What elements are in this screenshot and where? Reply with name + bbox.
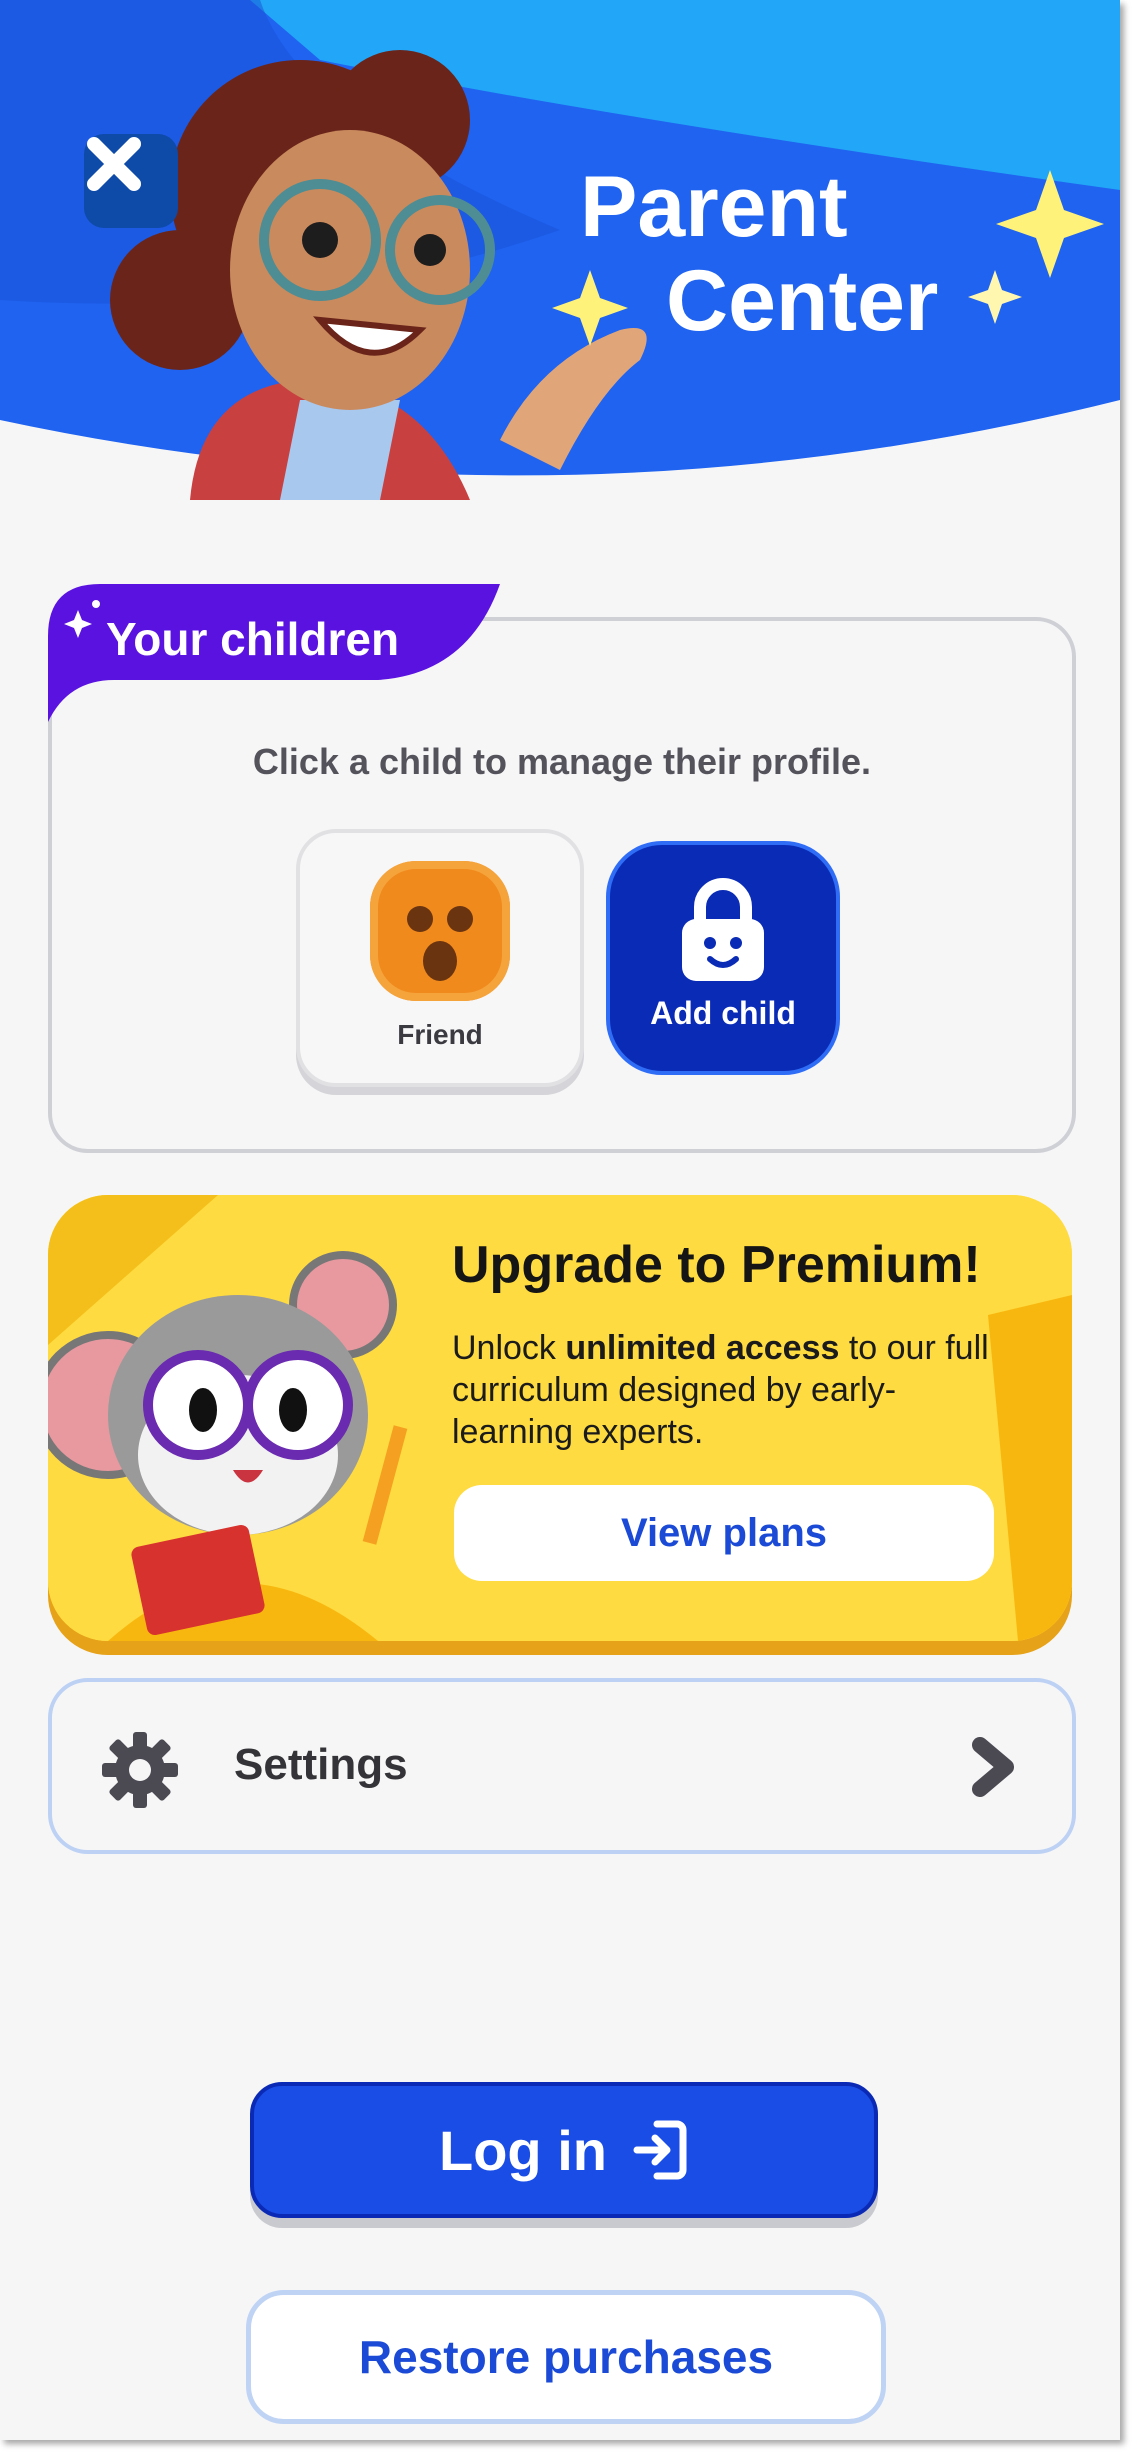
face-icon [407, 906, 473, 981]
children-section-tab: Your children [48, 584, 500, 722]
lock-icon [682, 878, 764, 981]
close-icon [87, 137, 141, 191]
premium-banner: Upgrade to Premium! Unlock unlimited acc… [48, 1195, 1072, 1641]
premium-body-bold: unlimited access [565, 1329, 840, 1367]
login-label: Log in [439, 2118, 607, 2182]
title-line-parent: Parent [580, 159, 848, 255]
close-button[interactable] [84, 134, 178, 228]
restore-purchases-label: Restore purchases [358, 2331, 774, 2383]
premium-title: Upgrade to Premium! [452, 1236, 981, 1294]
children-hint: Click a child to manage their profile. [252, 741, 872, 782]
premium-body-prefix: Unlock [452, 1329, 566, 1367]
add-child-button[interactable]: Add child [606, 841, 840, 1075]
view-plans-button[interactable]: View plans [454, 1485, 994, 1581]
child-profile-friend[interactable]: Friend [296, 829, 584, 1087]
login-button[interactable]: Log in [250, 2082, 878, 2218]
chevron-right-icon [972, 1737, 1014, 1797]
child-name: Friend [397, 1019, 483, 1050]
header-banner: Parent Center [0, 0, 1120, 500]
parent-center-screen: Parent Center Click a child to manage th… [0, 0, 1120, 2440]
header-background [0, 0, 1120, 500]
settings-row[interactable]: Settings [48, 1678, 1076, 1854]
children-section-title: Your children [106, 613, 400, 665]
page-title: Parent Center [580, 160, 938, 348]
settings-label: Settings [234, 1740, 408, 1789]
add-child-label: Add child [650, 995, 796, 1031]
login-icon [633, 2120, 687, 2180]
child-avatar [370, 861, 510, 1001]
gear-icon [102, 1732, 178, 1808]
restore-purchases-button[interactable]: Restore purchases [246, 2290, 886, 2424]
title-line-center: Center [666, 253, 939, 349]
premium-description: Unlock unlimited access to our full curr… [452, 1327, 1012, 1453]
